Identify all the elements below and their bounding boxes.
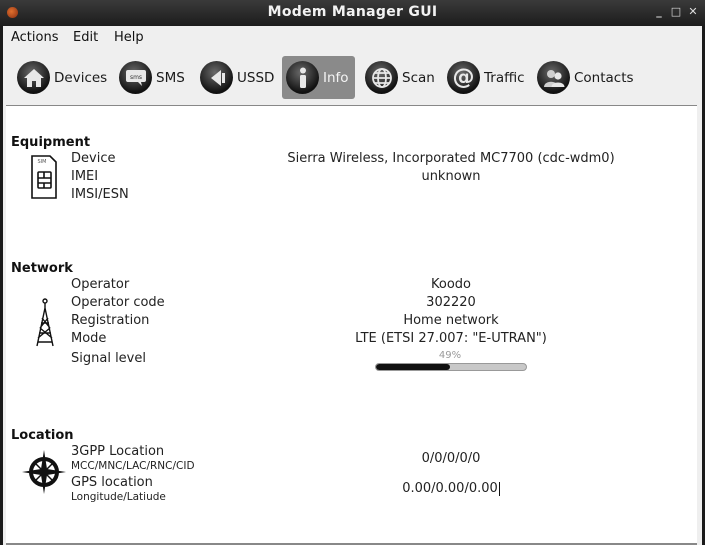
minimize-button[interactable]: _	[653, 5, 665, 19]
toolbar-ussd-button[interactable]: USSD	[196, 56, 280, 99]
menu-bar: Actions Edit Help	[3, 26, 702, 50]
toolbar-devices-label: Devices	[54, 69, 108, 86]
title-bar: Modem Manager GUI _ □ ✕	[0, 0, 705, 26]
3gpp-location-sublabel: MCC/MNC/LAC/RNC/CID	[71, 460, 195, 472]
toolbar-traffic-label: Traffic	[484, 69, 525, 86]
maximize-button[interactable]: □	[670, 5, 682, 19]
toolbar-contacts-button[interactable]: Contacts	[533, 56, 640, 99]
imei-value: unknown	[421, 169, 481, 184]
toolbar-sms-button[interactable]: sms SMS	[115, 56, 191, 99]
toolbar-scan-label: Scan	[402, 69, 435, 86]
info-icon	[286, 61, 319, 94]
svg-text:sms: sms	[129, 74, 141, 81]
device-label: Device	[71, 151, 116, 166]
contacts-icon	[537, 61, 570, 94]
svg-text:SIM: SIM	[38, 159, 47, 165]
equipment-heading: Equipment	[11, 135, 91, 150]
antenna-tower-icon	[34, 298, 56, 352]
network-heading: Network	[11, 261, 73, 276]
toolbar-ussd-label: USSD	[237, 69, 275, 86]
operator-code-label: Operator code	[71, 295, 165, 310]
close-button[interactable]: ✕	[687, 5, 699, 19]
toolbar-info-label: Info	[323, 69, 349, 86]
gps-location-label: GPS location	[71, 475, 153, 490]
imei-label: IMEI	[71, 169, 99, 184]
info-panel: Equipment SIM Device IMEI IMSI/ESN Sierr…	[6, 105, 697, 545]
operator-label: Operator	[71, 277, 130, 292]
operator-code-value: 302220	[426, 295, 476, 310]
main-window: Actions Edit Help Devices sms SMS USSD I…	[3, 26, 702, 545]
menu-edit[interactable]: Edit	[73, 30, 98, 45]
mode-value: LTE (ETSI 27.007: "E-UTRAN")	[355, 331, 547, 346]
sim-card-icon: SIM	[30, 154, 58, 204]
toolbar-traffic-button[interactable]: @ Traffic	[443, 56, 531, 99]
signal-level-bar	[375, 363, 527, 371]
toolbar: Devices sms SMS USSD Info Scan @ Traffic…	[3, 50, 702, 105]
mode-label: Mode	[71, 331, 107, 346]
location-heading: Location	[11, 428, 74, 443]
ussd-icon	[200, 61, 233, 94]
imsi-label: IMSI/ESN	[71, 187, 129, 202]
3gpp-location-label: 3GPP Location	[71, 444, 165, 459]
toolbar-sms-label: SMS	[156, 69, 185, 86]
device-value: Sierra Wireless, Incorporated MC7700 (cd…	[287, 151, 615, 166]
toolbar-contacts-label: Contacts	[574, 69, 634, 86]
sms-icon: sms	[119, 61, 152, 94]
menu-actions[interactable]: Actions	[11, 30, 59, 45]
signal-level-percent: 49%	[438, 350, 462, 361]
menu-help[interactable]: Help	[114, 30, 144, 45]
3gpp-location-value: 0/0/0/0/0	[421, 451, 481, 466]
compass-icon	[20, 448, 68, 500]
home-icon	[17, 61, 50, 94]
gps-location-sublabel: Longitude/Latiude	[71, 491, 166, 503]
gps-location-value[interactable]: 0.00/0.00/0.00	[402, 481, 498, 496]
toolbar-devices-button[interactable]: Devices	[13, 56, 113, 99]
signal-level-label: Signal level	[71, 351, 146, 366]
registration-label: Registration	[71, 313, 150, 328]
window-title: Modem Manager GUI	[267, 4, 438, 20]
toolbar-scan-button[interactable]: Scan	[361, 56, 441, 99]
registration-value: Home network	[403, 313, 499, 328]
gps-location-value-wrap[interactable]: 0.00/0.00/0.00	[266, 481, 636, 496]
at-icon: @	[447, 61, 480, 94]
globe-icon	[365, 61, 398, 94]
toolbar-info-button[interactable]: Info	[282, 56, 355, 99]
text-cursor	[498, 481, 500, 496]
operator-value: Koodo	[431, 277, 471, 292]
signal-level-fill	[376, 364, 450, 370]
